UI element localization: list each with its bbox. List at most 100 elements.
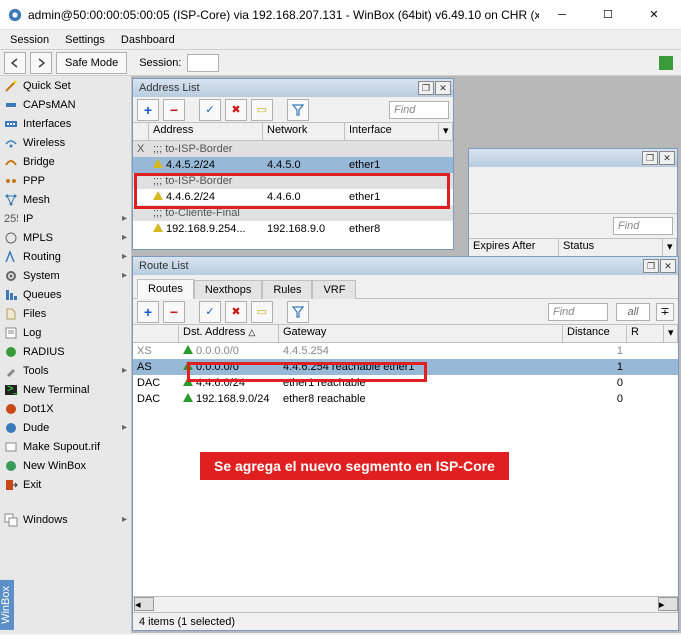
- table-row[interactable]: 4.4.5.2/244.4.5.0ether1: [133, 157, 453, 173]
- route-remove-button[interactable]: −: [163, 301, 185, 323]
- col-gateway[interactable]: Gateway: [279, 325, 563, 342]
- sidebar-item-mesh[interactable]: Mesh: [0, 190, 131, 209]
- filter-button[interactable]: [287, 99, 309, 121]
- sidebar-item-bridge[interactable]: Bridge: [0, 152, 131, 171]
- flag-icon: [183, 361, 193, 370]
- col-network[interactable]: Network: [263, 123, 345, 140]
- sidebar-item-mpls[interactable]: MPLS▸: [0, 228, 131, 247]
- routewin-restore-button[interactable]: ❐: [643, 259, 659, 273]
- addrwin-close-button[interactable]: ✕: [435, 81, 451, 95]
- sidebar-item-dot1x[interactable]: Dot1X: [0, 399, 131, 418]
- col-more[interactable]: ▾: [664, 325, 678, 342]
- winbox-side-tab[interactable]: WinBox: [0, 580, 14, 630]
- sidebar-item-dude[interactable]: Dude▸: [0, 418, 131, 437]
- sidebar-item-queues[interactable]: Queues: [0, 285, 131, 304]
- route-hscroll[interactable]: ◂ ▸: [133, 596, 678, 612]
- route-filter-all[interactable]: all: [616, 303, 650, 321]
- route-disable-button[interactable]: ✖: [225, 301, 247, 323]
- menu-settings[interactable]: Settings: [59, 32, 111, 48]
- route-enable-button[interactable]: ✓: [199, 301, 221, 323]
- bgwin-find-input[interactable]: Find: [613, 217, 673, 235]
- bgwin-restore-button[interactable]: ❐: [642, 151, 658, 165]
- sidebar-item-ppp[interactable]: PPP: [0, 171, 131, 190]
- col-more[interactable]: ▾: [663, 239, 677, 256]
- col-distance[interactable]: Distance: [563, 325, 627, 342]
- table-row[interactable]: AS 0.0.0.0/04.4.6.254 reachable ether11: [133, 359, 678, 375]
- route-list-title: Route List: [139, 260, 189, 272]
- sidebar-item-label: Log: [23, 327, 41, 339]
- app-icon: [8, 8, 22, 22]
- sidebar-item-new-winbox[interactable]: New WinBox: [0, 456, 131, 475]
- sidebar-item-ip[interactable]: 255IP▸: [0, 209, 131, 228]
- close-button[interactable]: ✕: [631, 0, 677, 30]
- sidebar-item-radius[interactable]: RADIUS: [0, 342, 131, 361]
- sidebar-item-label: Interfaces: [23, 118, 71, 130]
- sidebar-item-tools[interactable]: Tools▸: [0, 361, 131, 380]
- sidebar-item-quick-set[interactable]: Quick Set: [0, 76, 131, 95]
- tools-icon: [4, 364, 18, 378]
- menu-dashboard[interactable]: Dashboard: [115, 32, 181, 48]
- col-more[interactable]: ▾: [439, 123, 453, 140]
- sidebar-item-system[interactable]: System▸: [0, 266, 131, 285]
- addr-find-input[interactable]: Find: [389, 101, 449, 119]
- supout-icon: [4, 440, 18, 454]
- sidebar-item-label: MPLS: [23, 232, 53, 244]
- safe-mode-button[interactable]: Safe Mode: [56, 52, 127, 74]
- address-list-window: Address List ❐ ✕ + − ✓ ✖ ▭ Find Address: [132, 78, 454, 250]
- sidebar-item-wireless[interactable]: Wireless: [0, 133, 131, 152]
- col-interface[interactable]: Interface: [345, 123, 439, 140]
- sidebar-item-exit[interactable]: Exit: [0, 475, 131, 494]
- sidebar-item-label: New Terminal: [23, 384, 89, 396]
- sidebar-item-log[interactable]: Log: [0, 323, 131, 342]
- redo-button[interactable]: [30, 52, 52, 74]
- sidebar-item-routing[interactable]: Routing▸: [0, 247, 131, 266]
- route-find-input[interactable]: Find: [548, 303, 608, 321]
- windows-icon: [4, 513, 18, 527]
- session-value[interactable]: [187, 54, 219, 72]
- add-button[interactable]: +: [137, 99, 159, 121]
- route-filter-button[interactable]: [287, 301, 309, 323]
- undo-button[interactable]: [4, 52, 26, 74]
- table-row[interactable]: 4.4.6.2/244.4.6.0ether1: [133, 189, 453, 205]
- routewin-close-button[interactable]: ✕: [660, 259, 676, 273]
- route-add-button[interactable]: +: [137, 301, 159, 323]
- sidebar-item-capsman[interactable]: CAPsMAN: [0, 95, 131, 114]
- col-expires[interactable]: Expires After: [469, 239, 559, 256]
- tab-vrf[interactable]: VRF: [312, 280, 356, 299]
- table-row[interactable]: 192.168.9.254...192.168.9.0ether8: [133, 221, 453, 237]
- sidebar-item-make-supout-rif[interactable]: Make Supout.rif: [0, 437, 131, 456]
- col-status[interactable]: Status: [559, 239, 663, 256]
- table-comment-row[interactable]: ;;; to-Cliente-Final: [133, 205, 453, 221]
- menu-session[interactable]: Session: [4, 32, 55, 48]
- route-filter-dropdown[interactable]: ∓: [656, 303, 674, 321]
- route-comment-button[interactable]: ▭: [251, 301, 273, 323]
- sidebar-item-interfaces[interactable]: Interfaces: [0, 114, 131, 133]
- flag-icon: [153, 159, 163, 168]
- dude-icon: [4, 421, 18, 435]
- enable-button[interactable]: ✓: [199, 99, 221, 121]
- maximize-button[interactable]: ☐: [585, 0, 631, 30]
- radius-icon: [4, 345, 18, 359]
- sidebar-item-new-terminal[interactable]: >_New Terminal: [0, 380, 131, 399]
- table-row[interactable]: XS 0.0.0.0/04.4.5.2541: [133, 343, 678, 359]
- disable-button[interactable]: ✖: [225, 99, 247, 121]
- tab-nexthops[interactable]: Nexthops: [194, 280, 262, 299]
- col-dst[interactable]: Dst. Address △: [179, 325, 279, 342]
- col-address[interactable]: Address: [149, 123, 263, 140]
- tab-rules[interactable]: Rules: [262, 280, 312, 299]
- remove-button[interactable]: −: [163, 99, 185, 121]
- tab-routes[interactable]: Routes: [137, 279, 194, 299]
- comment-button[interactable]: ▭: [251, 99, 273, 121]
- sidebar-item-label: Make Supout.rif: [23, 441, 100, 453]
- sidebar-item-windows[interactable]: Windows▸: [0, 510, 131, 529]
- addrwin-restore-button[interactable]: ❐: [418, 81, 434, 95]
- sidebar-item-files[interactable]: Files: [0, 304, 131, 323]
- minimize-button[interactable]: ─: [539, 0, 585, 30]
- table-row[interactable]: DAC 4.4.6.0/24ether1 reachable0: [133, 375, 678, 391]
- bgwin-close-button[interactable]: ✕: [659, 151, 675, 165]
- table-row[interactable]: DAC 192.168.9.0/24ether8 reachable0: [133, 391, 678, 407]
- col-r[interactable]: R: [627, 325, 664, 342]
- table-comment-row[interactable]: X;;; to-ISP-Border: [133, 141, 453, 157]
- table-comment-row[interactable]: ;;; to-ISP-Border: [133, 173, 453, 189]
- winbox-icon: [4, 459, 18, 473]
